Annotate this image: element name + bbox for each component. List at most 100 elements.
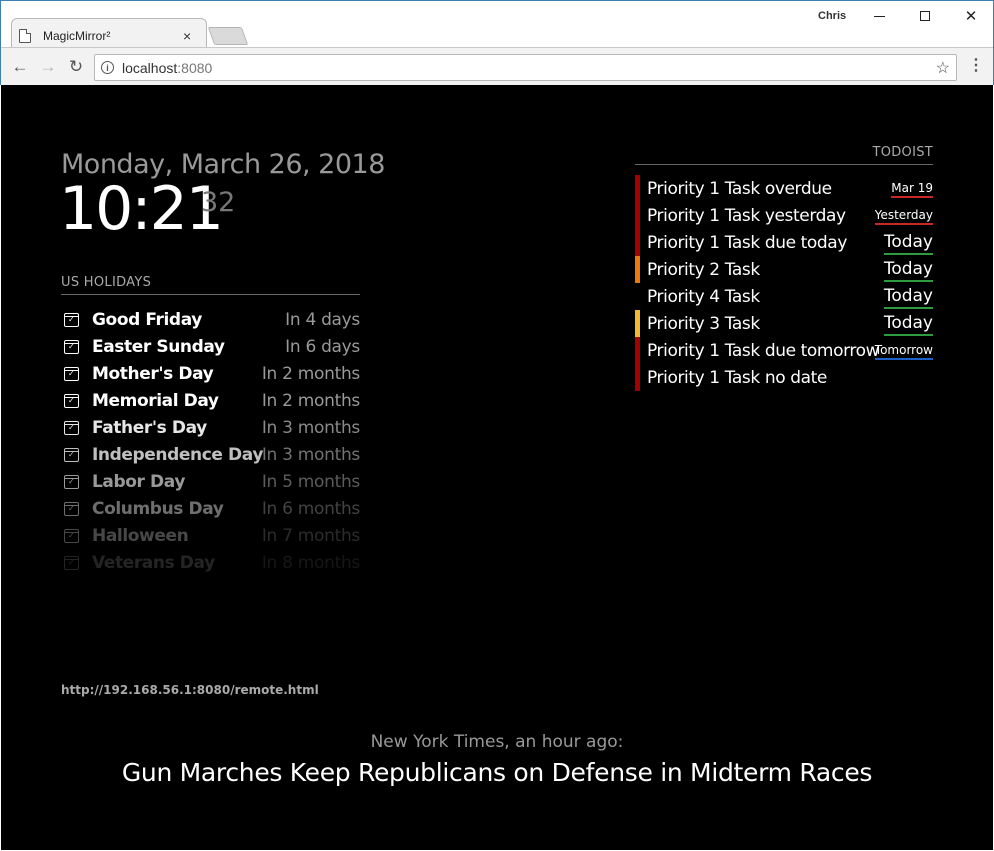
clock-time: 10:21 [59, 174, 224, 244]
calendar-event-when: In 3 months [261, 444, 360, 465]
calendar-event-when: In 4 days [285, 309, 360, 330]
calendar-check-icon [64, 528, 79, 543]
page-icon [19, 29, 31, 43]
new-tab-button[interactable] [207, 27, 249, 45]
todo-task-title: Priority 3 Task [647, 313, 760, 334]
todo-task-row: Priority 4 Task Today [635, 283, 933, 310]
maximize-icon [920, 11, 930, 21]
calendar-event-row: Easter Sunday In 6 days [61, 333, 360, 360]
calendar-check-icon [64, 555, 79, 570]
close-window-button[interactable]: ✕ [948, 5, 994, 27]
calendar-event-row: Father's Day In 3 months [61, 414, 360, 441]
calendar-event-when: In 6 months [261, 498, 360, 519]
calendar-event-row: Veterans Day In 8 months [61, 549, 360, 576]
priority-bar [635, 256, 640, 283]
url-text[interactable]: localhost:8080 [122, 60, 212, 76]
todo-task-due: Yesterday [874, 208, 933, 225]
calendar-event-row: Labor Day In 5 months [61, 468, 360, 495]
todo-task-due: Today [883, 259, 933, 282]
news-headline: Gun Marches Keep Republicans on Defense … [121, 758, 873, 787]
calendar-event-row: Mother's Day In 2 months [61, 360, 360, 387]
todo-task-title: Priority 1 Task yesterday [647, 205, 846, 226]
calendar-event-title: Columbus Day [92, 498, 224, 519]
todo-task-row: Priority 1 Task yesterday Yesterday [635, 202, 933, 229]
calendar-check-icon [64, 501, 79, 516]
todo-task-title: Priority 1 Task overdue [647, 178, 832, 199]
todoist-list: Priority 1 Task overdue Mar 19 Priority 1 … [635, 175, 933, 391]
calendar-check-icon [64, 474, 79, 489]
priority-bar [635, 310, 640, 337]
tab-content: MagicMirror² × [19, 26, 209, 46]
calendar-check-icon [64, 393, 79, 408]
calendar-event-title: Father's Day [92, 417, 207, 438]
priority-bar [635, 364, 640, 391]
calendar-event-when: In 6 days [285, 336, 360, 357]
calendar-event-title: Veterans Day [92, 552, 215, 573]
calendar-event-row: Good Friday In 4 days [61, 306, 360, 333]
minimize-button[interactable] [856, 5, 902, 27]
priority-bar [635, 202, 640, 229]
todo-task-row: Priority 1 Task due today Today [635, 229, 933, 256]
todo-task-title: Priority 1 Task due today [647, 232, 847, 253]
calendar-event-row: Memorial Day In 2 months [61, 387, 360, 414]
todo-task-due: Today [883, 286, 933, 309]
todo-task-due: Mar 19 [891, 181, 933, 198]
calendar-check-icon [64, 339, 79, 354]
url-port: :8080 [177, 60, 213, 76]
calendar-event-row: Halloween In 7 months [61, 522, 360, 549]
priority-bar [635, 175, 640, 202]
tab-title: MagicMirror² [43, 29, 111, 43]
news-source: New York Times, an hour ago: [370, 732, 624, 752]
calendar-event-title: Memorial Day [92, 390, 219, 411]
calendar-event-title: Independence Day [92, 444, 263, 465]
calendar-event-when: In 3 months [261, 417, 360, 438]
maximize-button[interactable] [902, 5, 948, 27]
calendar-event-title: Mother's Day [92, 363, 214, 384]
calendar-check-icon [64, 312, 79, 327]
calendar-event-title: Easter Sunday [92, 336, 225, 357]
calendar-event-when: In 2 months [261, 390, 360, 411]
tab-strip: MagicMirror² × Chris ✕ [1, 1, 994, 48]
todo-task-title: Priority 2 Task [647, 259, 760, 280]
calendar-event-when: In 8 months [261, 552, 360, 573]
calendar-check-icon [64, 420, 79, 435]
calendar-event-title: Halloween [92, 525, 189, 546]
todo-task-title: Priority 1 Task no date [647, 367, 827, 388]
calendar-event-row: Independence DayIn 3 months [61, 441, 360, 468]
tab-close-icon[interactable]: × [183, 28, 191, 44]
todo-task-row: Priority 2 Task Today [635, 256, 933, 283]
todo-task-row: Priority 1 Task due tomorrow Tomorrow [635, 337, 933, 364]
minimize-icon [873, 15, 885, 17]
priority-bar [635, 283, 640, 310]
browser-toolbar: ← → ↻ i localhost:8080 ☆ ⋮ [1, 47, 993, 86]
calendar-event-when: In 7 months [261, 525, 360, 546]
calendar-event-when: In 2 months [261, 363, 360, 384]
todo-task-row: Priority 3 Task Today [635, 310, 933, 337]
todo-task-title: Priority 1 Task due tomorrow [647, 340, 880, 361]
todo-task-title: Priority 4 Task [647, 286, 760, 307]
calendar-event-title: Good Friday [92, 309, 202, 330]
info-icon[interactable]: i [101, 61, 114, 74]
todoist-header: TODOIST [635, 145, 933, 165]
url-host: localhost [122, 60, 178, 76]
calendar-event-when: In 5 months [261, 471, 360, 492]
clock-seconds: 32 [201, 187, 236, 218]
forward-button[interactable]: → [38, 57, 58, 77]
calendar-event-title: Labor Day [92, 471, 185, 492]
bookmark-star-icon[interactable]: ☆ [936, 58, 950, 78]
calendar-check-icon [64, 447, 79, 462]
remote-url: http://192.168.56.1:8080/remote.html [61, 683, 319, 697]
close-icon: ✕ [964, 8, 978, 25]
browser-window: MagicMirror² × Chris ✕ ← → ↻ i localhost… [0, 0, 994, 86]
calendar-event-row: Columbus Day In 6 months [61, 495, 360, 522]
menu-icon[interactable]: ⋮ [966, 56, 986, 76]
back-button[interactable]: ← [10, 57, 30, 77]
reload-button[interactable]: ↻ [66, 57, 86, 77]
calendar-check-icon [64, 366, 79, 381]
todo-task-due: Tomorrow [874, 343, 933, 360]
user-profile-name[interactable]: Chris [818, 10, 846, 22]
magic-mirror-display: Monday, March 26, 2018 10:21 32 US HOLID… [1, 85, 993, 850]
address-bar[interactable]: i localhost:8080 ☆ [94, 54, 957, 81]
calendar-list: Good Friday In 4 days Easter Sunday In 6 da… [61, 306, 360, 576]
priority-bar [635, 337, 640, 364]
